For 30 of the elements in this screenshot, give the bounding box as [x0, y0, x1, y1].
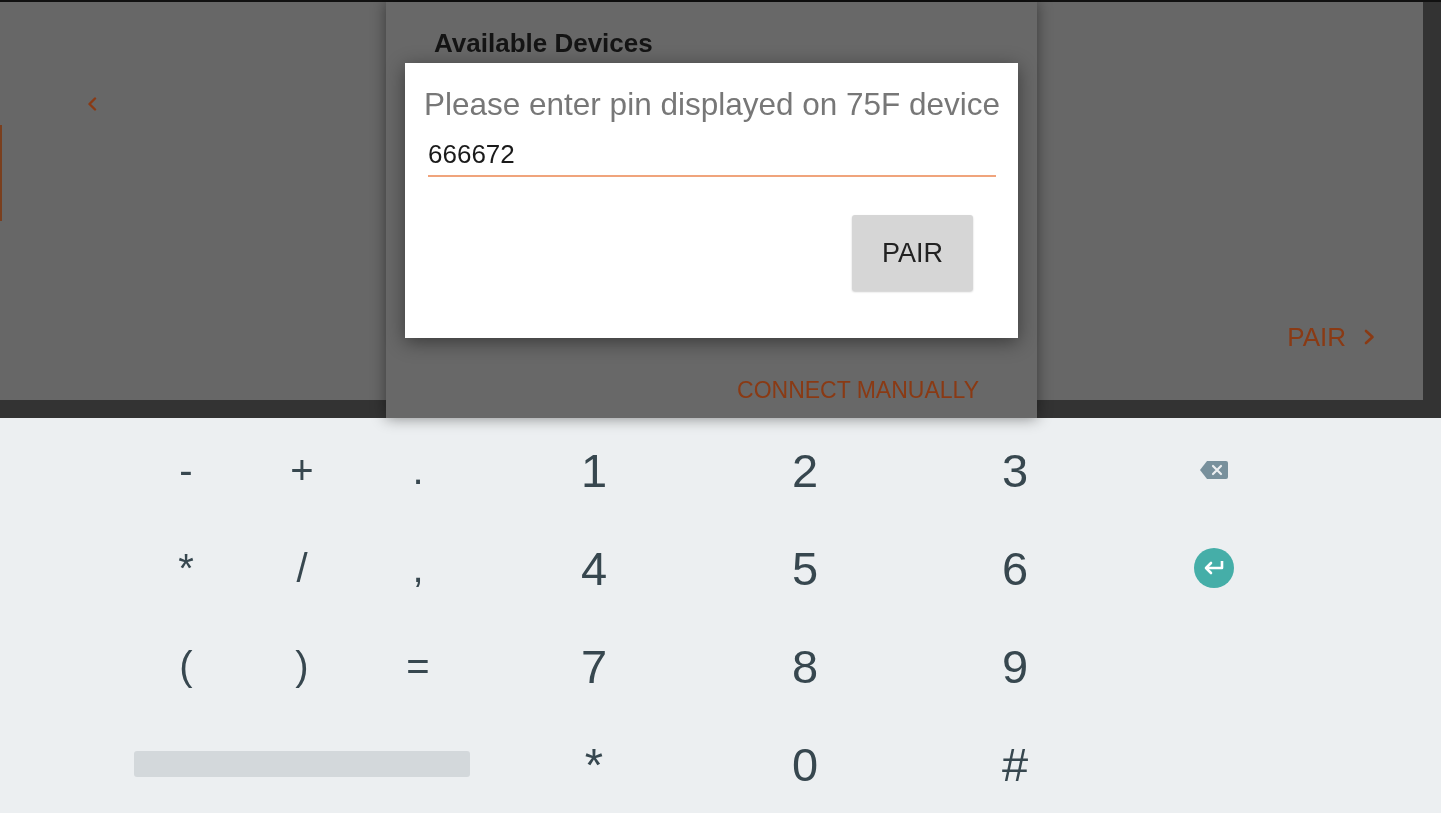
dialog-message: Please enter pin displayed on 75F device	[424, 87, 1000, 121]
keyboard-key[interactable]: 4	[549, 530, 639, 606]
keyboard-key[interactable]: #	[970, 726, 1060, 802]
keyboard-key[interactable]: ,	[373, 530, 463, 606]
keyboard-key[interactable]: 5	[760, 530, 850, 606]
pair-button[interactable]: PAIR	[852, 215, 973, 291]
keyboard-key[interactable]: .	[373, 432, 463, 508]
keyboard-key[interactable]: -	[141, 432, 231, 508]
pin-input-field[interactable]: 666672	[428, 139, 996, 177]
keyboard-key[interactable]: /	[257, 530, 347, 606]
keyboard-key[interactable]: 9	[970, 628, 1060, 704]
keyboard-key[interactable]: 2	[760, 432, 850, 508]
keyboard-key[interactable]: =	[373, 628, 463, 704]
back-button[interactable]	[86, 96, 98, 112]
keyboard-key[interactable]: *	[141, 530, 231, 606]
panel-title: Available Devices	[434, 28, 653, 58]
keyboard-key[interactable]: *	[549, 726, 639, 802]
keyboard-key[interactable]: 3	[970, 432, 1060, 508]
keyboard-key[interactable]: 0	[760, 726, 850, 802]
keyboard-key[interactable]: )	[257, 628, 347, 704]
keyboard-key[interactable]: 8	[760, 628, 850, 704]
keyboard-key[interactable]: +	[257, 432, 347, 508]
keyboard-key[interactable]: 6	[970, 530, 1060, 606]
enter-icon	[1194, 548, 1234, 588]
keyboard-key[interactable]: (	[141, 628, 231, 704]
keyboard-key[interactable]: 7	[549, 628, 639, 704]
chevron-left-icon	[87, 97, 97, 111]
backspace-icon	[1200, 461, 1228, 479]
keyboard-key[interactable]: 1	[549, 432, 639, 508]
chevron-right-icon	[1364, 329, 1375, 345]
